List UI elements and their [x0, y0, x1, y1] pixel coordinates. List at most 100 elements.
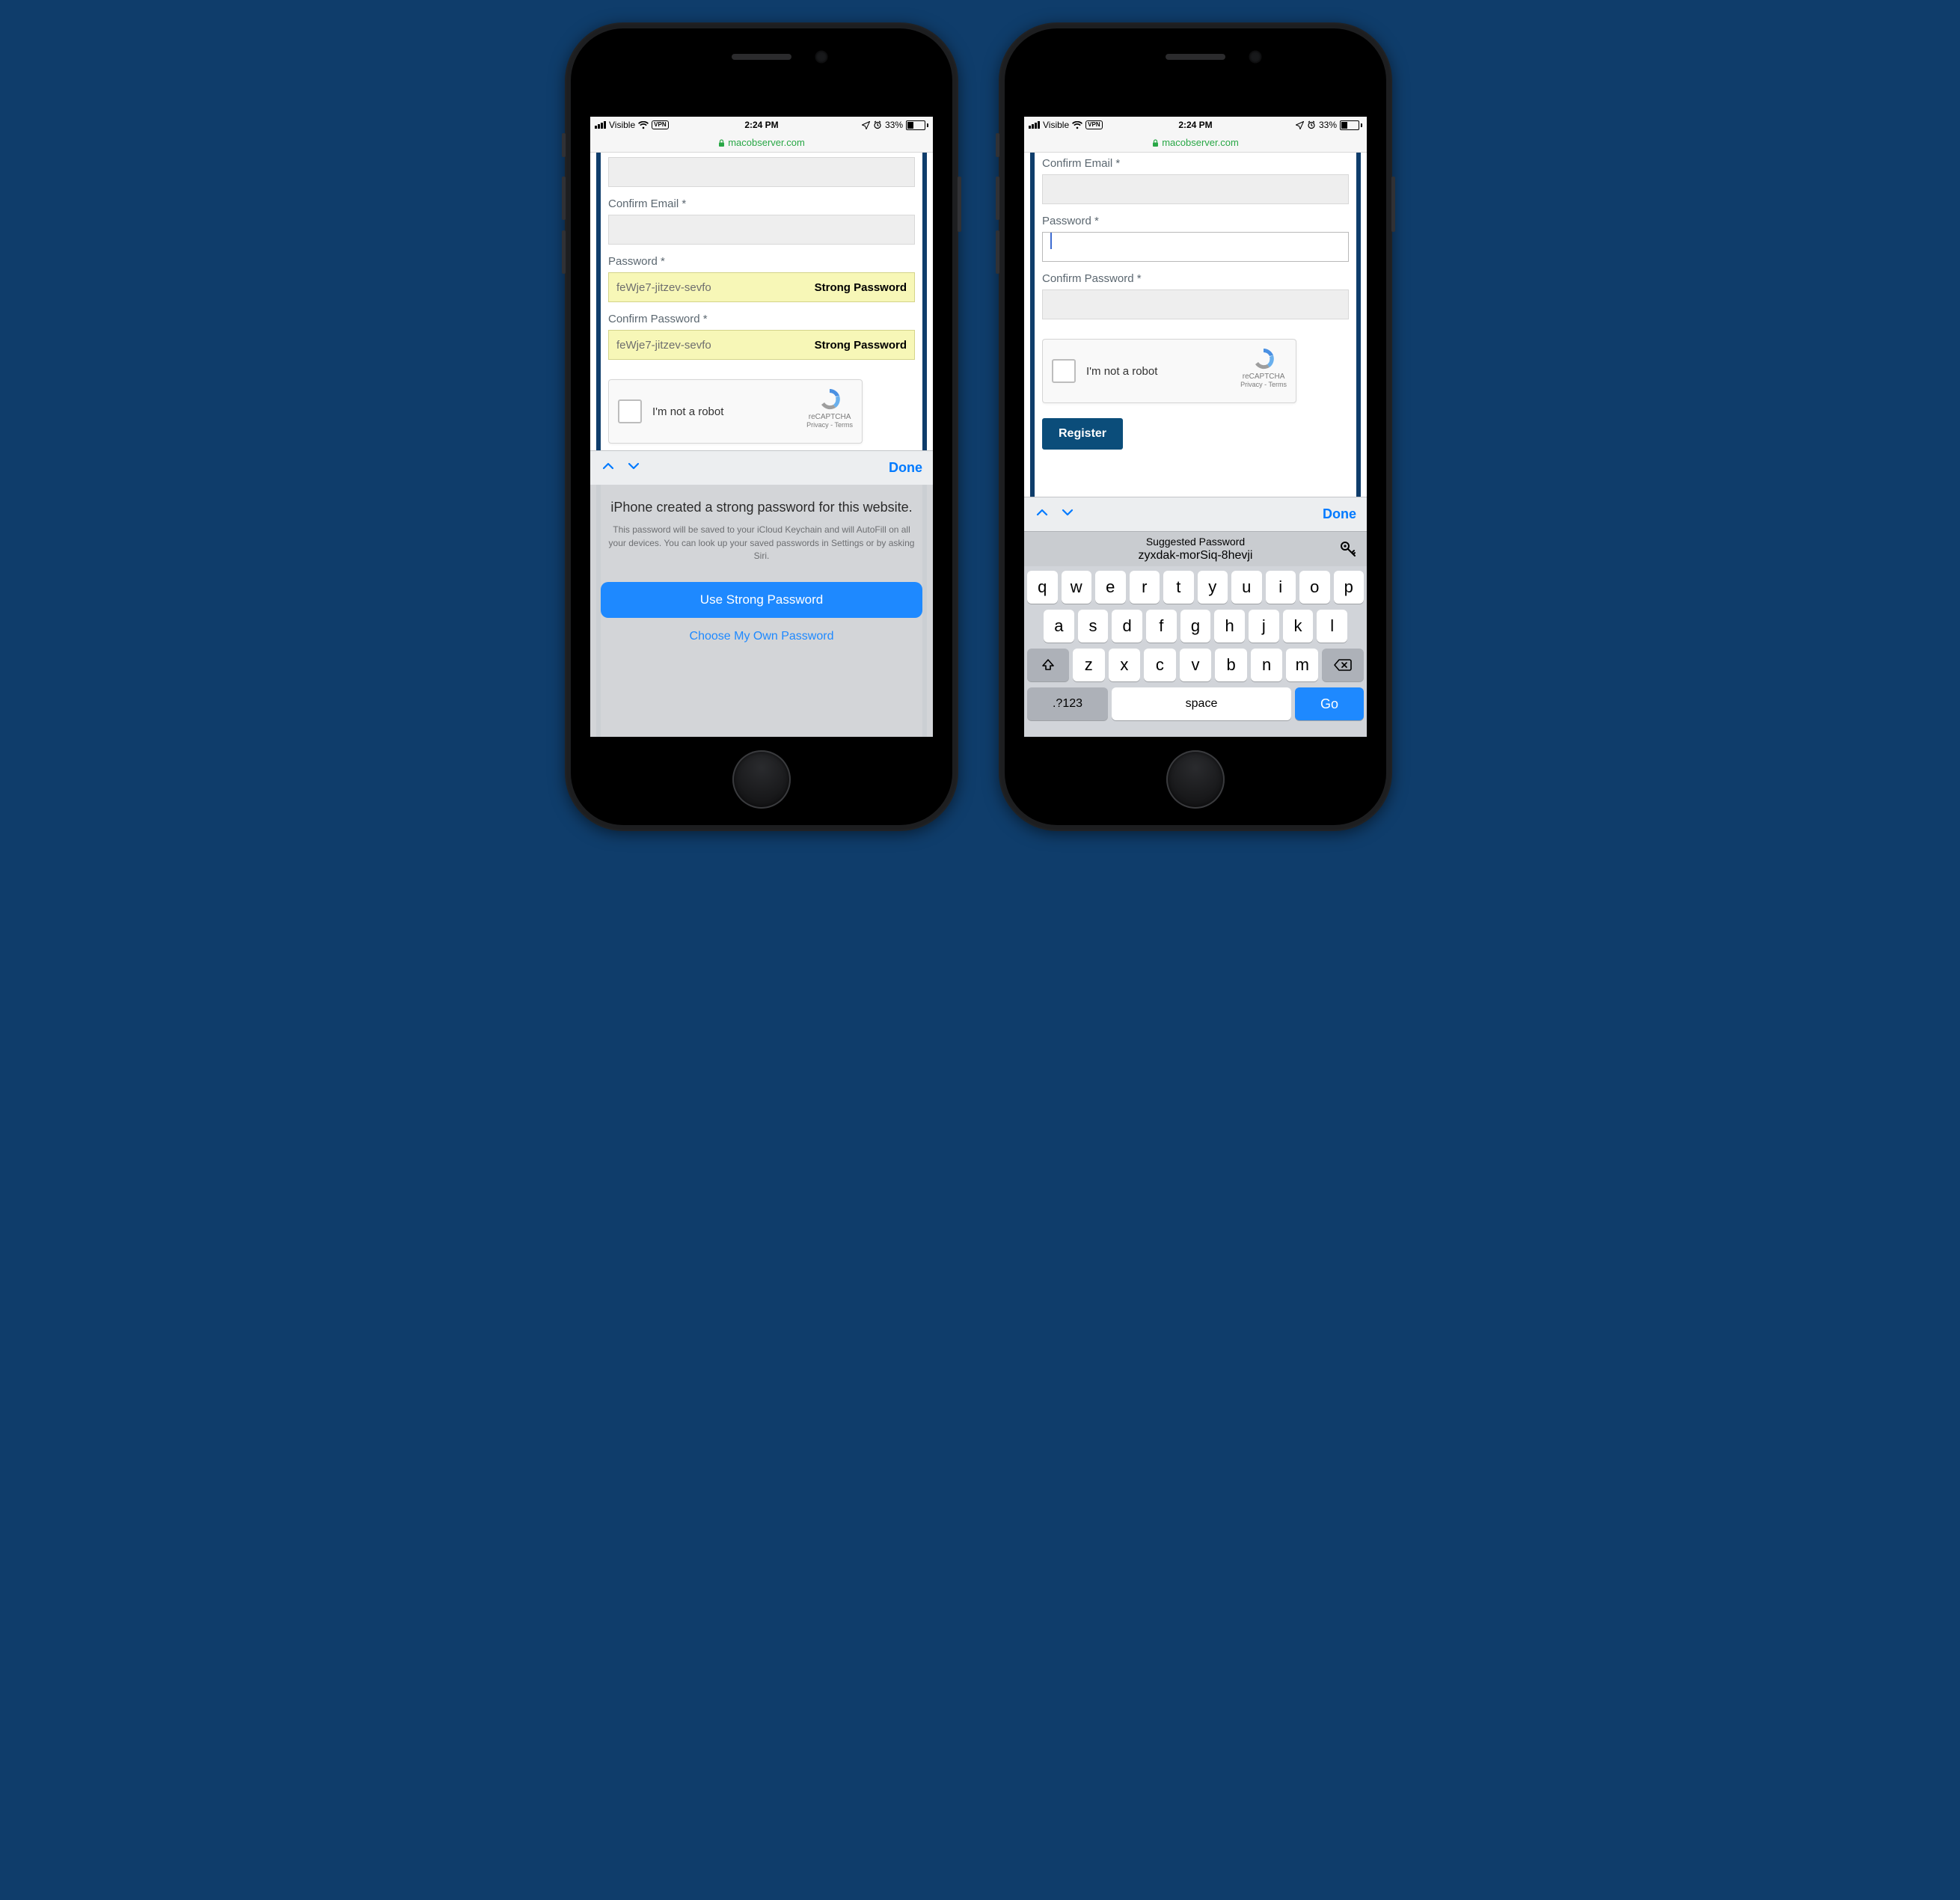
keyboard-done-button[interactable]: Done: [889, 460, 922, 476]
phone-frame-right: Visible VPN 2:24 PM 3: [999, 22, 1392, 831]
recaptcha-brand: reCAPTCHA: [806, 413, 853, 421]
suggestion-title: Suggested Password: [1139, 536, 1253, 548]
home-button[interactable]: [732, 750, 791, 809]
key-go[interactable]: Go: [1295, 687, 1364, 720]
power-button: [1391, 177, 1395, 232]
strong-password-badge: Strong Password: [815, 281, 907, 294]
recaptcha-checkbox[interactable]: [618, 399, 642, 423]
choose-own-password-button[interactable]: Choose My Own Password: [601, 618, 922, 648]
confirm-email-field[interactable]: [1042, 174, 1349, 204]
phone-frame-left: Visible VPN 2:24 PM 3: [565, 22, 958, 831]
volume-down: [562, 230, 566, 274]
recaptcha-links[interactable]: Privacy - Terms: [1240, 381, 1287, 388]
key-a[interactable]: a: [1044, 610, 1074, 643]
use-strong-password-button[interactable]: Use Strong Password: [601, 582, 922, 618]
key-d[interactable]: d: [1112, 610, 1142, 643]
key-w[interactable]: w: [1062, 571, 1092, 604]
key-l[interactable]: l: [1317, 610, 1347, 643]
volume-up: [562, 177, 566, 220]
cellular-signal-icon: [1029, 121, 1040, 129]
recaptcha-label: I'm not a robot: [1086, 365, 1157, 378]
mute-switch: [996, 133, 999, 157]
key-c[interactable]: c: [1144, 649, 1176, 681]
suggestion-value: zyxdak-morSiq-8hevji: [1139, 548, 1253, 563]
key-b[interactable]: b: [1215, 649, 1247, 681]
key-m[interactable]: m: [1286, 649, 1318, 681]
url-domain: macobserver.com: [1162, 137, 1239, 148]
confirm-password-suggested-value: feWje7-jitzev-sevfo: [616, 339, 711, 352]
mute-switch: [562, 133, 566, 157]
password-suggested-value: feWje7-jitzev-sevfo: [616, 281, 711, 294]
recaptcha-widget[interactable]: I'm not a robot reCAPTCHA Privacy - Term…: [608, 379, 863, 444]
lock-icon: [1152, 138, 1159, 147]
backspace-icon: [1334, 658, 1352, 672]
key-r[interactable]: r: [1130, 571, 1160, 604]
confirm-email-field[interactable]: [608, 215, 915, 245]
confirm-email-label: Confirm Email *: [608, 197, 915, 210]
register-button[interactable]: Register: [1042, 418, 1123, 450]
key-x[interactable]: x: [1109, 649, 1141, 681]
cellular-signal-icon: [595, 121, 606, 129]
battery-percent: 33%: [1319, 120, 1337, 130]
recaptcha-links[interactable]: Privacy - Terms: [806, 421, 853, 429]
key-space[interactable]: space: [1112, 687, 1291, 720]
email-field[interactable]: [608, 157, 915, 187]
password-field[interactable]: feWje7-jitzev-sevfo Strong Password: [608, 272, 915, 302]
vpn-badge: VPN: [652, 120, 668, 129]
recaptcha-checkbox[interactable]: [1052, 359, 1076, 383]
password-field[interactable]: [1042, 232, 1349, 262]
prev-field-chevron-up-icon[interactable]: [1035, 505, 1050, 524]
power-button: [958, 177, 961, 232]
next-field-chevron-down-icon[interactable]: [1060, 505, 1075, 524]
status-bar: Visible VPN 2:24 PM 3: [590, 117, 933, 133]
battery-icon: [906, 120, 928, 130]
wifi-icon: [638, 121, 649, 129]
recaptcha-brand: reCAPTCHA: [1240, 373, 1287, 381]
key-t[interactable]: t: [1163, 571, 1194, 604]
earpiece-speaker: [1166, 54, 1225, 60]
key-numbers[interactable]: .?123: [1027, 687, 1108, 720]
key-u[interactable]: u: [1231, 571, 1262, 604]
lock-icon: [718, 138, 725, 147]
alarm-icon: [1307, 120, 1316, 129]
key-k[interactable]: k: [1283, 610, 1314, 643]
key-p[interactable]: p: [1334, 571, 1365, 604]
keyboard-row-1: q w e r t y u i o p: [1027, 571, 1364, 604]
url-bar[interactable]: macobserver.com: [590, 133, 933, 153]
recaptcha-widget[interactable]: I'm not a robot reCAPTCHA Privacy - Term…: [1042, 339, 1296, 403]
prev-field-chevron-up-icon[interactable]: [601, 459, 616, 477]
strong-password-sheet: iPhone created a strong password for thi…: [590, 485, 933, 737]
url-bar[interactable]: macobserver.com: [1024, 133, 1367, 153]
key-i[interactable]: i: [1266, 571, 1296, 604]
key-q[interactable]: q: [1027, 571, 1058, 604]
password-label: Password *: [608, 255, 915, 268]
key-j[interactable]: j: [1249, 610, 1279, 643]
home-button[interactable]: [1166, 750, 1225, 809]
keyboard-accessory-bar: Done: [1024, 497, 1367, 531]
key-z[interactable]: z: [1073, 649, 1105, 681]
keyboard-suggestion-bar[interactable]: Suggested Password zyxdak-morSiq-8hevji: [1024, 531, 1367, 566]
key-n[interactable]: n: [1251, 649, 1283, 681]
keyboard-done-button[interactable]: Done: [1323, 506, 1356, 522]
key-o[interactable]: o: [1299, 571, 1330, 604]
screen-right: Visible VPN 2:24 PM 3: [1024, 117, 1367, 737]
location-icon: [862, 121, 870, 129]
confirm-password-field[interactable]: [1042, 289, 1349, 319]
key-s[interactable]: s: [1078, 610, 1109, 643]
key-v[interactable]: v: [1180, 649, 1212, 681]
volume-down: [996, 230, 999, 274]
next-field-chevron-down-icon[interactable]: [626, 459, 641, 477]
key-y[interactable]: y: [1198, 571, 1228, 604]
confirm-password-field[interactable]: feWje7-jitzev-sevfo Strong Password: [608, 330, 915, 360]
keyboard-row-2: a s d f g h j k l: [1027, 610, 1364, 643]
key-e[interactable]: e: [1095, 571, 1126, 604]
key-f[interactable]: f: [1146, 610, 1177, 643]
shift-icon: [1041, 658, 1056, 672]
sheet-title: iPhone created a strong password for thi…: [601, 498, 922, 516]
key-g[interactable]: g: [1180, 610, 1211, 643]
key-h[interactable]: h: [1214, 610, 1245, 643]
confirm-email-label: Confirm Email *: [1042, 157, 1349, 170]
key-backspace[interactable]: [1322, 649, 1364, 681]
key-shift[interactable]: [1027, 649, 1069, 681]
passwords-key-icon[interactable]: [1340, 541, 1356, 560]
